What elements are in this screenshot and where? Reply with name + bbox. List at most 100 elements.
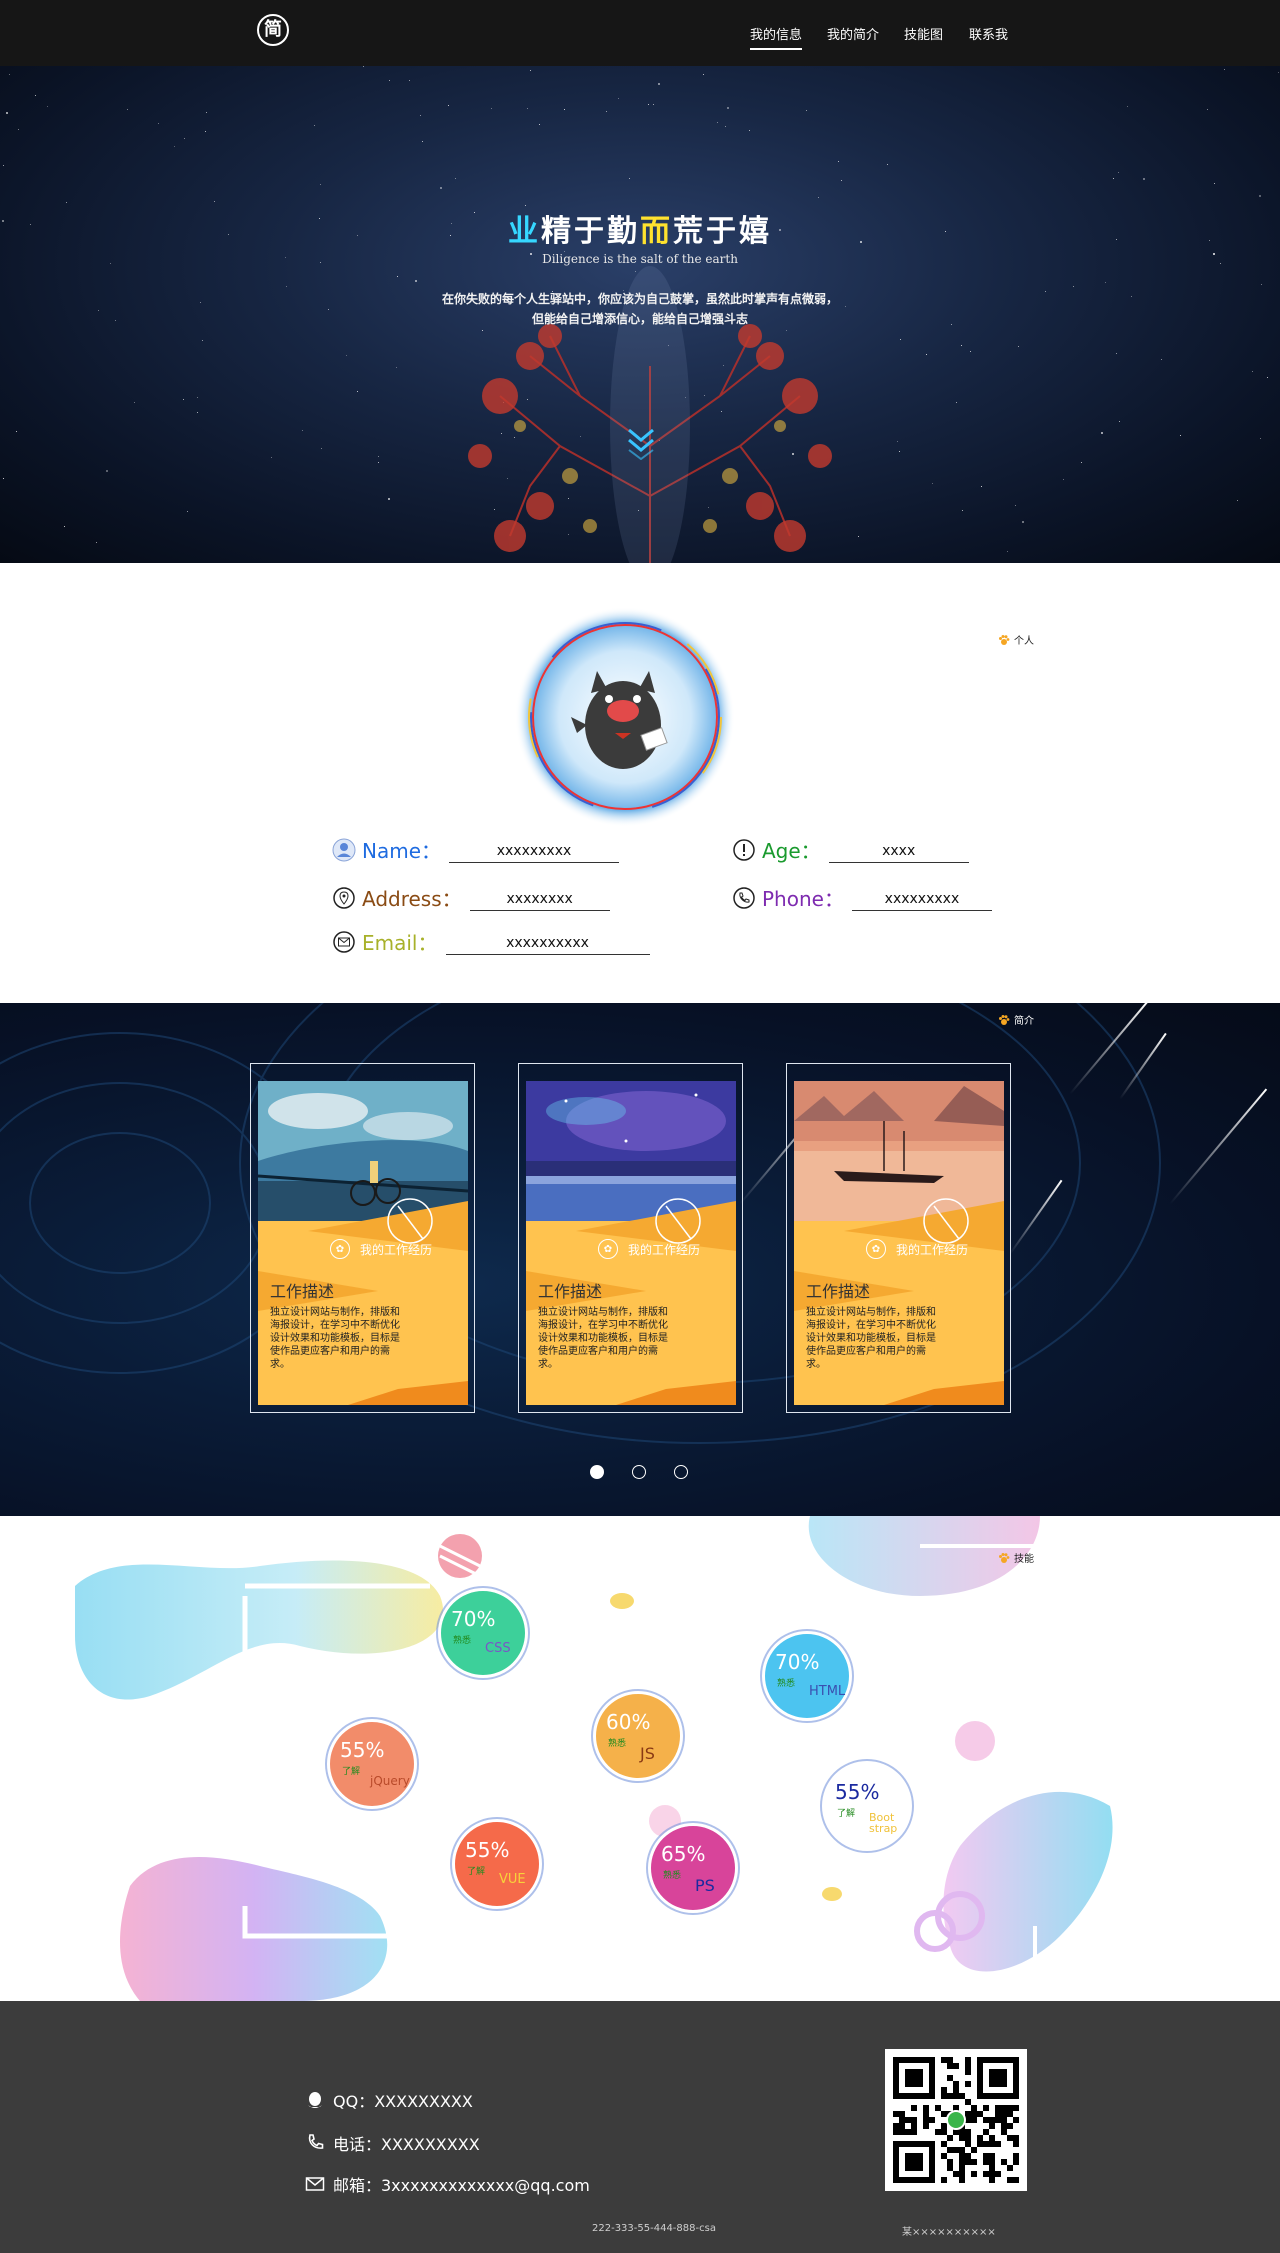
field-email: Email： xxxxxxxxxx — [332, 927, 650, 956]
work-card[interactable]: ✿ 我的工作经历 工作描述 独立设计网站与制作，排版和海报设计，在学习中不断优化设… — [250, 1063, 475, 1413]
skill-name: Boot strap — [869, 1811, 898, 1835]
hero-title-part-1: 业 — [508, 214, 541, 249]
info-icon — [733, 838, 755, 861]
star-dot — [1101, 432, 1103, 434]
skill-badge-css[interactable]: 70% 熟悉 CSS — [433, 1583, 533, 1683]
avatar — [515, 607, 735, 827]
name-input[interactable]: xxxxxxxxx — [449, 837, 620, 863]
section-tag-intro: 简介 — [998, 1012, 1034, 1027]
skill-badge-bootstrap[interactable]: 55% 了解 Boot strap — [817, 1756, 917, 1856]
star-dot — [206, 112, 207, 113]
skill-badge-js[interactable]: 60% 熟悉 JS — [588, 1686, 688, 1786]
carousel-dot-2[interactable] — [632, 1465, 646, 1479]
phone-label: Phone： — [762, 887, 844, 911]
skill-badge-jquery[interactable]: 55% 了解 jQuery — [322, 1714, 422, 1814]
skill-percent: 55% — [835, 1780, 880, 1804]
star-dot — [320, 184, 321, 185]
star-dot — [932, 483, 933, 484]
star-dot — [1252, 371, 1253, 372]
footer: QQ：XXXXXXXXX 电话：XXXXXXXXX 邮箱：3xxxxxxxxxx… — [0, 2001, 1280, 2253]
footer-note-left: 222-333-55-444-888-csa — [592, 2223, 716, 2234]
star-dot — [1073, 286, 1074, 287]
skill-percent: 60% — [606, 1710, 651, 1734]
email-label: Email： — [362, 931, 438, 955]
star-dot — [1118, 172, 1119, 173]
location-icon — [333, 886, 355, 909]
star-dot — [16, 431, 17, 432]
star-dot — [158, 123, 159, 124]
skill-level: 熟悉 — [453, 1636, 472, 1646]
nav-item-skills[interactable]: 技能图 — [904, 24, 943, 43]
hero-banner: 业精于勤而荒于嬉 Diligence is the salt of the ea… — [0, 66, 1280, 563]
star-dot — [1015, 505, 1016, 506]
work-history-button[interactable]: ✿ 我的工作经历 — [330, 1239, 432, 1259]
skill-disc — [822, 1761, 912, 1851]
star-dot — [818, 197, 819, 198]
scroll-down-icon[interactable] — [626, 426, 656, 460]
hero-title-part-4: 荒于嬉 — [673, 214, 772, 249]
phone-input[interactable]: xxxxxxxxx — [851, 885, 992, 911]
star-dot — [629, 178, 630, 179]
star-dot — [1143, 178, 1145, 180]
star-dot — [841, 180, 842, 181]
nav-item-my-info[interactable]: 我的信息 — [750, 24, 803, 50]
skill-name: PS — [695, 1876, 715, 1895]
star-dot — [64, 526, 65, 527]
work-history-button[interactable]: ✿ 我的工作经历 — [598, 1239, 700, 1259]
top-nav: 简 我的信息 我的简介 技能图 联系我 — [0, 0, 1280, 66]
hero-desc-line-1: 在你失败的每个人生驿站中，你应该为自己鼓掌，虽然此时掌声有点微弱， — [441, 292, 838, 306]
star-dot — [18, 129, 19, 130]
age-input[interactable]: xxxx — [828, 837, 969, 863]
nav-item-contact[interactable]: 联系我 — [969, 24, 1008, 43]
star-dot — [378, 462, 379, 463]
star-dot — [3, 165, 4, 166]
skill-badge-vue[interactable]: 55% 了解 VUE — [447, 1814, 547, 1914]
address-input[interactable]: xxxxxxxx — [469, 885, 610, 911]
work-history-button[interactable]: ✿ 我的工作经历 — [866, 1239, 968, 1259]
star-dot — [357, 391, 358, 392]
star-dot — [1081, 462, 1082, 463]
work-card[interactable]: ✿ 我的工作经历 工作描述 独立设计网站与制作，排版和海报设计，在学习中不断优化设… — [518, 1063, 743, 1413]
field-name: Name： xxxxxxxxx — [332, 835, 620, 864]
star-dot — [197, 412, 198, 413]
star-dot — [389, 80, 390, 81]
skill-badge-ps[interactable]: 65% 熟悉 PS — [643, 1818, 743, 1918]
flower-icon: ✿ — [866, 1239, 886, 1259]
work-card[interactable]: ✿ 我的工作经历 工作描述 独立设计网站与制作，排版和海报设计，在学习中不断优化设… — [786, 1063, 1011, 1413]
star-dot — [1180, 435, 1181, 436]
star-dot — [1161, 359, 1162, 360]
nav-item-my-intro[interactable]: 我的简介 — [827, 24, 879, 43]
hero-desc-line-2: 但能给自己增添信心，能给自己增强斗志 — [531, 312, 748, 326]
skill-name: CSS — [485, 1641, 511, 1656]
email-input[interactable]: xxxxxxxxxx — [445, 929, 650, 955]
star-dot — [396, 367, 397, 368]
star-dot — [926, 354, 927, 355]
skills-section: 技能 70% 熟悉 CSS 70% 熟悉 HTML 60% 熟悉 JS 55% … — [0, 1516, 1280, 2001]
star-dot — [749, 130, 750, 131]
star-dot — [440, 187, 442, 189]
skill-badge-html[interactable]: 70% 熟悉 HTML — [757, 1626, 857, 1726]
star-dot — [271, 457, 272, 458]
star-dot — [838, 161, 839, 162]
star-dot — [887, 164, 888, 165]
work-history-label: 我的工作经历 — [628, 1242, 701, 1257]
logo-icon[interactable]: 简 — [257, 14, 289, 46]
skill-disc — [762, 1631, 852, 1721]
carousel-dot-1[interactable] — [590, 1465, 604, 1479]
star-dot — [1267, 377, 1268, 378]
star-dot — [302, 430, 303, 431]
work-history-label: 我的工作经历 — [360, 1242, 433, 1257]
skill-percent: 65% — [661, 1842, 706, 1866]
star-dot — [183, 399, 184, 400]
star-dot — [420, 115, 421, 116]
star-dot — [1261, 284, 1262, 285]
card-title: 工作描述 — [806, 1282, 871, 1301]
skill-disc — [327, 1719, 417, 1809]
carousel-dot-3[interactable] — [674, 1465, 688, 1479]
card-body: ✿ 我的工作经历 工作描述 独立设计网站与制作，排版和海报设计，在学习中不断优化设… — [258, 1081, 468, 1405]
star-dot — [961, 345, 962, 346]
skill-level: 了解 — [467, 1867, 486, 1877]
name-label: Name： — [362, 839, 442, 863]
mail-icon — [333, 930, 355, 953]
star-dot — [1237, 500, 1238, 501]
